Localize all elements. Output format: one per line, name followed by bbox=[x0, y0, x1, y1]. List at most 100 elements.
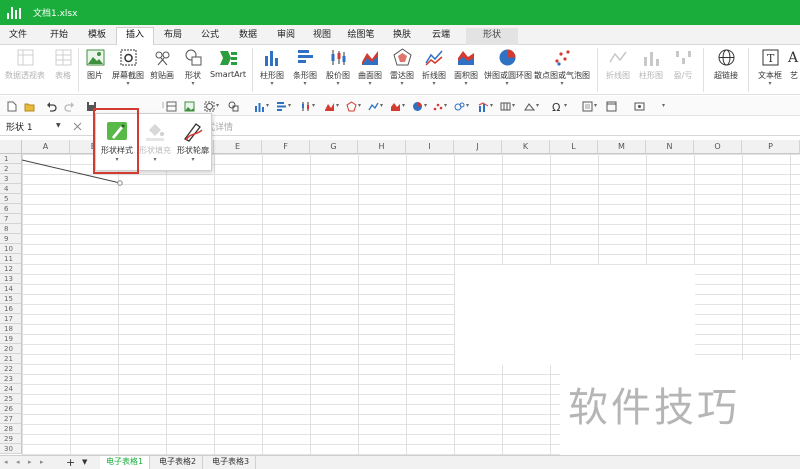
row-header[interactable]: 26 bbox=[0, 404, 22, 414]
row-header[interactable]: 4 bbox=[0, 184, 22, 194]
column-header-e[interactable]: E bbox=[214, 140, 262, 154]
clipart-button[interactable]: 剪贴画 bbox=[147, 46, 177, 94]
insert-table-icon[interactable] bbox=[166, 101, 177, 112]
small-line-chart-icon[interactable] bbox=[368, 101, 379, 112]
column-header-i[interactable]: I bbox=[406, 140, 454, 154]
textbox-button[interactable]: T 文本框 ▾ bbox=[753, 46, 787, 94]
small-stock-chart-dropdown-icon[interactable]: ▾ bbox=[312, 102, 315, 109]
tab-template[interactable]: 模板 bbox=[80, 28, 114, 45]
pivot-table-button[interactable]: 数据透视表 bbox=[2, 46, 48, 94]
name-box[interactable]: 形状 1 bbox=[6, 120, 33, 133]
sheet-tab-1[interactable]: 电子表格1 bbox=[100, 456, 151, 469]
small-radar-chart-dropdown-icon[interactable]: ▾ bbox=[358, 102, 361, 109]
sparkline-line-button[interactable]: 折线图 bbox=[603, 46, 633, 94]
area-chart-button[interactable]: 面积图 ▾ bbox=[451, 46, 481, 94]
table-button[interactable]: 表格 bbox=[50, 46, 76, 94]
insert-shape-icon[interactable] bbox=[228, 101, 239, 112]
shape-outline-button[interactable]: 形状轮廓 ▾ bbox=[174, 118, 212, 170]
add-sheet-button[interactable]: + bbox=[66, 456, 75, 469]
row-header[interactable]: 10 bbox=[0, 244, 22, 254]
symbol-dropdown-icon[interactable]: ▾ bbox=[564, 102, 567, 109]
column-header-k[interactable]: K bbox=[502, 140, 550, 154]
row-header[interactable]: 16 bbox=[0, 304, 22, 314]
name-box-dropdown-icon[interactable]: ▼ bbox=[56, 122, 61, 129]
row-header[interactable]: 19 bbox=[0, 334, 22, 344]
row-header[interactable]: 25 bbox=[0, 394, 22, 404]
small-surface-chart-dropdown-icon[interactable]: ▾ bbox=[336, 102, 339, 109]
row-header[interactable]: 7 bbox=[0, 214, 22, 224]
sheet-tab-2[interactable]: 电子表格2 bbox=[153, 456, 204, 469]
last-sheet-icon[interactable]: ▸ bbox=[40, 458, 44, 466]
header-footer-icon[interactable] bbox=[606, 101, 617, 112]
sheet-list-dropdown-icon[interactable]: ▼ bbox=[82, 458, 87, 466]
tab-skin[interactable]: 换肤 bbox=[384, 28, 420, 45]
tab-cloud[interactable]: 云端 bbox=[422, 28, 460, 45]
column-header-m[interactable]: M bbox=[598, 140, 646, 154]
pie-chart-button[interactable]: 饼图或圆环图 ▾ bbox=[484, 46, 532, 94]
tab-formula[interactable]: 公式 bbox=[192, 28, 228, 45]
small-surface-chart-icon[interactable] bbox=[324, 101, 335, 112]
small-scatter-chart-icon[interactable] bbox=[432, 101, 443, 112]
small-pie-chart-dropdown-icon[interactable]: ▾ bbox=[424, 102, 427, 109]
row-header[interactable]: 22 bbox=[0, 364, 22, 374]
column-header-h[interactable]: H bbox=[358, 140, 406, 154]
smartart-button[interactable]: SmartArt bbox=[208, 46, 248, 94]
open-folder-icon[interactable] bbox=[24, 101, 35, 112]
row-header[interactable]: 21 bbox=[0, 354, 22, 364]
hyperlink-button[interactable]: 超链接 bbox=[709, 46, 743, 94]
shape-fill-button[interactable]: 形状填充 ▾ bbox=[136, 118, 174, 170]
column-header-f[interactable]: F bbox=[262, 140, 310, 154]
small-column-chart-icon[interactable] bbox=[254, 101, 265, 112]
row-header[interactable]: 20 bbox=[0, 344, 22, 354]
column-header-n[interactable]: N bbox=[646, 140, 694, 154]
omega-symbol-icon[interactable]: Ω bbox=[552, 101, 563, 112]
screenshot-button[interactable]: 屏幕截图 ▾ bbox=[110, 46, 146, 94]
next-sheet-icon[interactable]: ▸ bbox=[28, 458, 32, 466]
row-header[interactable]: 24 bbox=[0, 384, 22, 394]
row-header[interactable]: 1 bbox=[0, 154, 22, 164]
column-header-j[interactable]: J bbox=[454, 140, 502, 154]
small-pie-chart-icon[interactable] bbox=[412, 101, 423, 112]
small-combo-chart-dropdown-icon[interactable]: ▾ bbox=[490, 102, 493, 109]
column-header-g[interactable]: G bbox=[310, 140, 358, 154]
row-header[interactable]: 9 bbox=[0, 234, 22, 244]
prev-sheet-icon[interactable]: ◂ bbox=[16, 458, 20, 466]
column-chart-button[interactable]: 柱形图 ▾ bbox=[258, 46, 286, 94]
equation-icon[interactable] bbox=[634, 101, 645, 112]
insert-picture-icon[interactable] bbox=[184, 101, 195, 112]
row-header[interactable]: 3 bbox=[0, 174, 22, 184]
tab-data[interactable]: 数据 bbox=[230, 28, 266, 45]
tab-insert[interactable]: 插入 bbox=[116, 27, 154, 46]
tab-layout[interactable]: 布局 bbox=[156, 28, 190, 45]
insert-screenshot-icon[interactable] bbox=[204, 101, 215, 112]
row-header[interactable]: 5 bbox=[0, 194, 22, 204]
small-line-chart-dropdown-icon[interactable]: ▾ bbox=[380, 102, 383, 109]
small-other-chart-dropdown-icon[interactable]: ▾ bbox=[536, 102, 539, 109]
bar-chart-button[interactable]: 条形图 ▾ bbox=[290, 46, 320, 94]
tab-file[interactable]: 文件 bbox=[0, 28, 36, 45]
small-map-chart-icon[interactable] bbox=[500, 101, 511, 112]
tab-shape-context[interactable]: 形状 bbox=[466, 28, 518, 45]
row-header[interactable]: 11 bbox=[0, 254, 22, 264]
row-header[interactable]: 13 bbox=[0, 274, 22, 284]
row-header[interactable]: 17 bbox=[0, 314, 22, 324]
scatter-chart-button[interactable]: 散点图或气泡图 ▾ bbox=[534, 46, 590, 94]
column-header-p[interactable]: P bbox=[742, 140, 800, 154]
sparkline-winloss-button[interactable]: 盈/亏 bbox=[669, 46, 697, 94]
row-header[interactable]: 14 bbox=[0, 284, 22, 294]
row-header[interactable]: 28 bbox=[0, 424, 22, 434]
tab-home[interactable]: 开始 bbox=[38, 28, 80, 45]
line-chart-button[interactable]: 折线图 ▾ bbox=[419, 46, 449, 94]
cancel-entry-icon[interactable] bbox=[73, 122, 82, 131]
sparkline-column-button[interactable]: 柱形图 bbox=[636, 46, 666, 94]
column-header-a[interactable]: A bbox=[22, 140, 70, 154]
small-radar-chart-icon[interactable] bbox=[346, 101, 357, 112]
new-file-icon[interactable] bbox=[6, 101, 17, 112]
picture-button[interactable]: 图片 bbox=[82, 46, 108, 94]
row-header[interactable]: 18 bbox=[0, 324, 22, 334]
tab-drawing-pen[interactable]: 绘图笔 bbox=[340, 28, 382, 45]
shape-button[interactable]: 形状 ▾ bbox=[180, 46, 206, 94]
row-header[interactable]: 27 bbox=[0, 414, 22, 424]
row-header[interactable]: 23 bbox=[0, 374, 22, 384]
column-header-l[interactable]: L bbox=[550, 140, 598, 154]
